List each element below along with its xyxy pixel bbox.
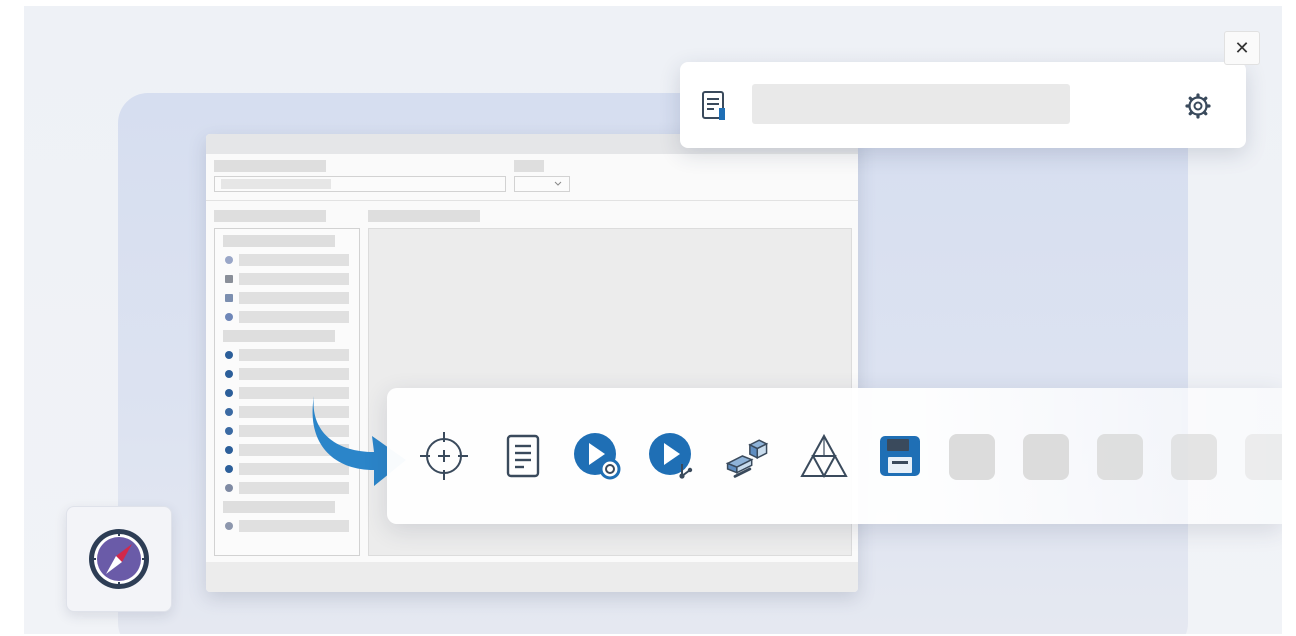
scene: ✕	[24, 6, 1282, 634]
toolbar-slot-empty[interactable]	[1023, 434, 1069, 480]
toolbar-slot-empty[interactable]	[1097, 434, 1143, 480]
compass-icon	[89, 529, 149, 589]
tree-header-placeholder	[214, 210, 326, 222]
dropdown-label-placeholder	[514, 160, 544, 172]
crosshair-icon[interactable]	[418, 430, 470, 482]
close-button[interactable]: ✕	[1224, 31, 1260, 65]
triangle-mesh-icon[interactable]	[798, 430, 850, 482]
dropdown-placeholder[interactable]	[514, 176, 570, 192]
panel-header-placeholder	[368, 210, 480, 222]
notification-input[interactable]	[752, 84, 1070, 124]
record-icon[interactable]	[571, 430, 623, 482]
form-input-placeholder[interactable]	[214, 176, 506, 192]
document-icon	[700, 90, 730, 129]
document-icon[interactable]	[498, 430, 550, 482]
3d-objects-icon[interactable]	[722, 430, 774, 482]
save-icon[interactable]	[874, 430, 926, 482]
toolbar-slot-empty[interactable]	[949, 434, 995, 480]
close-icon: ✕	[1234, 38, 1250, 58]
toolbar-slot-empty[interactable]	[1171, 434, 1217, 480]
gear-icon[interactable]	[1184, 92, 1212, 125]
video-capture-icon[interactable]	[646, 430, 698, 482]
compass-launcher[interactable]	[66, 506, 172, 612]
toolbar-slot-empty[interactable]	[1245, 434, 1282, 480]
status-bar	[206, 562, 858, 592]
notification-card	[680, 62, 1246, 148]
form-label-placeholder	[214, 160, 326, 172]
chevron-down-icon	[554, 181, 562, 186]
